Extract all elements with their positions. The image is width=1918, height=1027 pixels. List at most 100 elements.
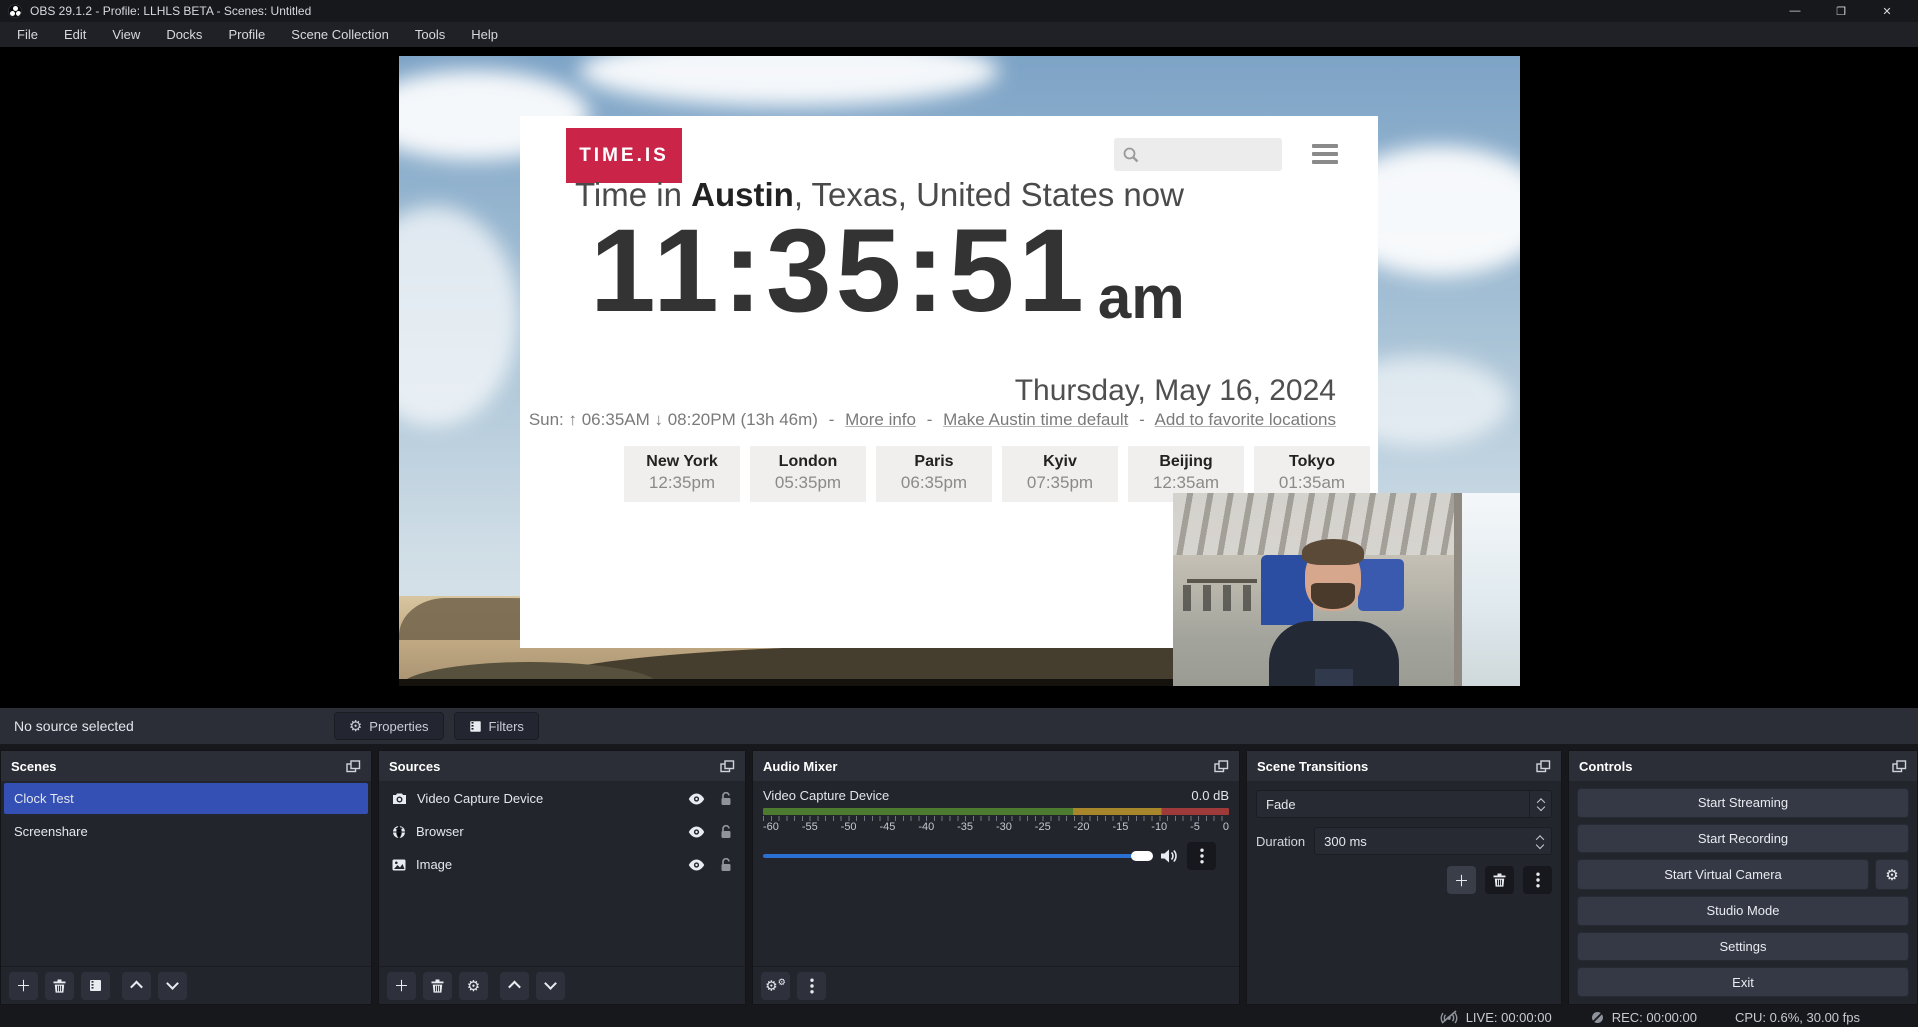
preview-stage: TIME.IS Time in Austin, Texas, United St… <box>0 47 1918 708</box>
scenes-panel: Scenes Clock Test Screenshare ＋ <box>0 750 372 1005</box>
volume-slider-handle[interactable] <box>1131 851 1153 861</box>
eye-visible-icon[interactable] <box>688 826 705 838</box>
search-input <box>1114 138 1282 171</box>
source-item-browser[interactable]: Browser <box>382 816 742 847</box>
duration-input[interactable]: 300 ms <box>1314 827 1552 855</box>
hamburger-menu-icon <box>1312 144 1338 164</box>
scene-item-clock-test[interactable]: Clock Test <box>4 783 368 814</box>
record-inactive-icon <box>1590 1010 1605 1025</box>
move-scene-down-button[interactable] <box>158 972 187 1000</box>
date-text: Thursday, May 16, 2024 <box>1015 374 1336 408</box>
mixer-level-db: 0.0 dB <box>1191 788 1229 803</box>
popout-icon[interactable] <box>346 760 361 773</box>
controls-panel: Controls Start Streaming Start Recording… <box>1568 750 1918 1005</box>
unlock-icon[interactable] <box>720 792 732 806</box>
studio-mode-button[interactable]: Studio Mode <box>1577 896 1909 926</box>
filters-button[interactable]: Filters <box>454 712 539 740</box>
eye-visible-icon[interactable] <box>688 793 705 805</box>
gear-icon: ⚙ <box>349 717 362 735</box>
add-favorite-link: Add to favorite locations <box>1155 410 1336 429</box>
dock-area: Scenes Clock Test Screenshare ＋ <box>0 744 1918 1007</box>
remove-transition-button[interactable] <box>1485 866 1514 894</box>
advanced-audio-button[interactable]: ⚙⚙ <box>761 972 790 1000</box>
move-source-up-button[interactable] <box>500 972 529 1000</box>
mixer-channel-menu-button[interactable] <box>1187 842 1216 870</box>
search-icon <box>1122 146 1140 164</box>
eye-visible-icon[interactable] <box>688 859 705 871</box>
scene-filters-button[interactable] <box>81 972 110 1000</box>
filter-icon <box>469 720 482 733</box>
trash-icon <box>1493 873 1506 887</box>
preview-canvas[interactable]: TIME.IS Time in Austin, Texas, United St… <box>399 56 1520 686</box>
unlock-icon[interactable] <box>720 825 732 839</box>
start-recording-button[interactable]: Start Recording <box>1577 824 1909 854</box>
window-title: OBS 29.1.2 - Profile: LLHLS BETA - Scene… <box>30 4 311 18</box>
settings-button[interactable]: Settings <box>1577 932 1909 962</box>
menu-tools[interactable]: Tools <box>402 24 458 45</box>
sources-panel: Sources Video Capture Device Browser <box>378 750 746 1005</box>
popout-icon[interactable] <box>1536 760 1551 773</box>
city-kyiv: Kyiv 07:35pm <box>1002 446 1118 502</box>
clock-display: 11:35:51 am <box>590 212 1185 330</box>
mixer-channel-name: Video Capture Device <box>763 788 889 803</box>
gear-icon: ⚙ <box>467 977 480 995</box>
no-source-status: No source selected <box>14 718 134 734</box>
vertical-dots-icon <box>1536 872 1540 888</box>
menu-edit[interactable]: Edit <box>51 24 99 45</box>
add-source-button[interactable]: ＋ <box>387 972 416 1000</box>
menu-docks[interactable]: Docks <box>153 24 215 45</box>
maximize-button[interactable]: ❐ <box>1818 0 1864 22</box>
scenes-panel-title: Scenes <box>11 759 57 774</box>
source-item-image[interactable]: Image <box>382 849 742 880</box>
obs-window: OBS 29.1.2 - Profile: LLHLS BETA - Scene… <box>0 0 1918 1027</box>
source-properties-button[interactable]: ⚙ <box>459 972 488 1000</box>
window-titlebar: OBS 29.1.2 - Profile: LLHLS BETA - Scene… <box>0 0 1918 22</box>
exit-button[interactable]: Exit <box>1577 967 1909 997</box>
move-scene-up-button[interactable] <box>122 972 151 1000</box>
source-item-video-capture[interactable]: Video Capture Device <box>382 783 742 814</box>
unlock-icon[interactable] <box>720 858 732 872</box>
mixer-menu-button[interactable] <box>797 972 826 1000</box>
sun-info-line: Sun: ↑ 06:35AM ↓ 08:20PM (13h 46m) - Mor… <box>529 410 1336 430</box>
live-time: LIVE: 00:00:00 <box>1466 1010 1552 1025</box>
scene-transitions-panel: Scene Transitions Fade Duration 300 ms <box>1246 750 1562 1005</box>
add-transition-button[interactable]: ＋ <box>1447 866 1476 894</box>
remove-source-button[interactable] <box>423 972 452 1000</box>
city-paris: Paris 06:35pm <box>876 446 992 502</box>
transition-select-arrows[interactable] <box>1529 791 1551 817</box>
stream-inactive-icon <box>1439 1010 1459 1024</box>
camera-icon <box>392 793 407 805</box>
speaker-icon[interactable] <box>1160 848 1178 864</box>
start-virtual-camera-button[interactable]: Start Virtual Camera <box>1577 859 1869 890</box>
popout-icon[interactable] <box>1892 760 1907 773</box>
add-scene-button[interactable]: ＋ <box>9 972 38 1000</box>
gear-icon: ⚙ <box>1885 866 1898 884</box>
transition-menu-button[interactable] <box>1523 866 1552 894</box>
transition-select[interactable]: Fade <box>1256 790 1552 818</box>
gears-icon: ⚙⚙ <box>765 977 786 995</box>
city-newyork: New York 12:35pm <box>624 446 740 502</box>
menu-view[interactable]: View <box>99 24 153 45</box>
menu-profile[interactable]: Profile <box>215 24 278 45</box>
minimize-button[interactable]: — <box>1772 0 1818 22</box>
properties-button[interactable]: ⚙ Properties <box>334 712 444 740</box>
popout-icon[interactable] <box>720 760 735 773</box>
cloud <box>399 206 519 426</box>
move-source-down-button[interactable] <box>536 972 565 1000</box>
popout-icon[interactable] <box>1214 760 1229 773</box>
menu-scene-collection[interactable]: Scene Collection <box>278 24 402 45</box>
filter-icon <box>89 979 102 992</box>
volume-slider[interactable] <box>763 854 1151 858</box>
start-streaming-button[interactable]: Start Streaming <box>1577 788 1909 818</box>
volume-meter <box>763 808 1229 815</box>
remove-scene-button[interactable] <box>45 972 74 1000</box>
meter-tick-labels: -60-55-50-45-40-35-30-25-20-15-10-50 <box>763 821 1229 833</box>
virtual-camera-settings-button[interactable]: ⚙ <box>1875 859 1909 890</box>
webcam-overlay <box>1173 493 1520 686</box>
menu-file[interactable]: File <box>4 24 51 45</box>
menu-bar: File Edit View Docks Profile Scene Colle… <box>0 22 1918 47</box>
webcam-person <box>1269 539 1399 686</box>
scene-item-screenshare[interactable]: Screenshare <box>4 816 368 847</box>
menu-help[interactable]: Help <box>458 24 511 45</box>
close-button[interactable]: ✕ <box>1864 0 1910 22</box>
